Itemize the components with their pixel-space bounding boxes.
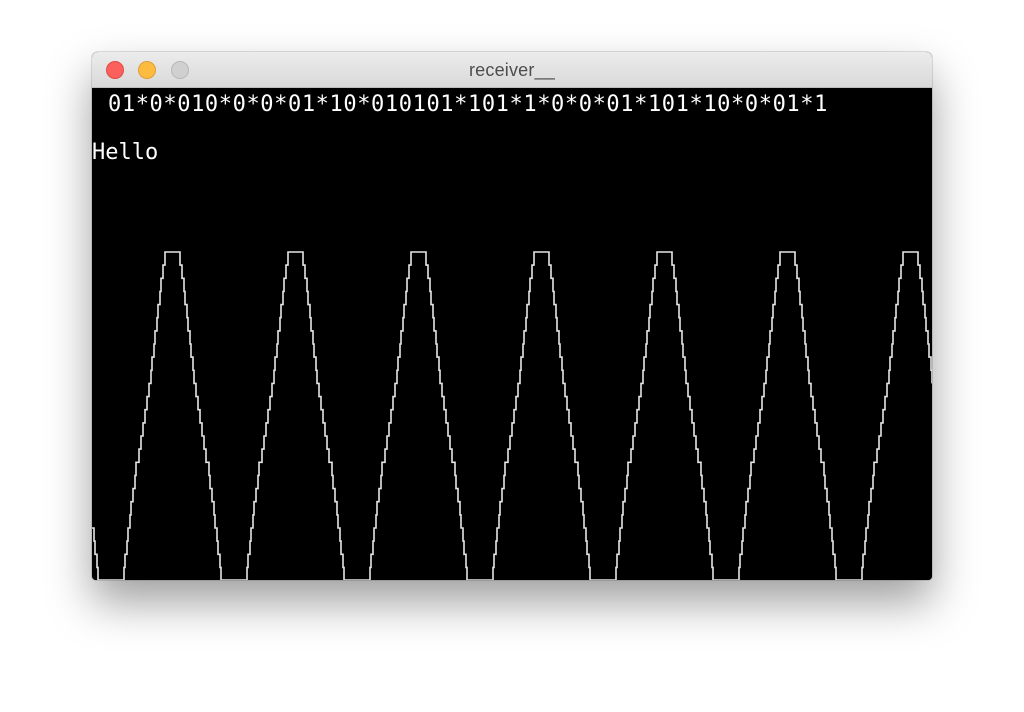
waveform-plot: [92, 251, 932, 580]
sketch-canvas: 01*0*010*0*0*01*10*010101*101*1*0*0*01*1…: [92, 88, 932, 580]
window-title: receiver__: [468, 60, 556, 80]
receiver-window: receiver__ 01*0*010*0*0*01*10*010101*101…: [92, 52, 932, 580]
title-bar[interactable]: receiver__: [92, 52, 932, 88]
waveform-line: [92, 251, 932, 580]
